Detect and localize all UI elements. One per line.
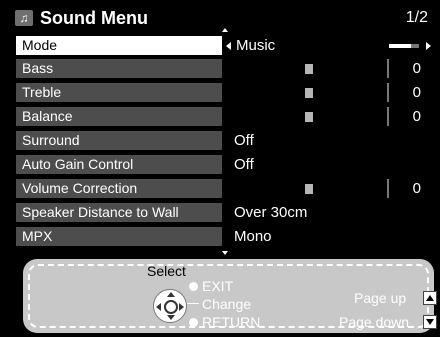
scroll-up-icon bbox=[222, 28, 228, 32]
page-up-icon bbox=[423, 291, 437, 305]
guide-page-up: Page up bbox=[354, 290, 407, 306]
mpx-value-field[interactable]: Mono bbox=[226, 227, 431, 246]
surround-value-field[interactable]: Off bbox=[226, 131, 431, 150]
treble-slider[interactable]: 0 bbox=[226, 83, 431, 102]
volume-correction-value: 0 bbox=[387, 179, 431, 198]
arrow-right-icon bbox=[426, 42, 431, 50]
menu-item-speaker-distance[interactable]: Speaker Distance to Wall Over 30cm bbox=[16, 203, 431, 222]
menu-item-label: Balance bbox=[16, 107, 222, 126]
slider-thumb bbox=[305, 184, 313, 194]
slider-thumb bbox=[305, 112, 313, 122]
menu-item-treble[interactable]: Treble 0 bbox=[16, 83, 431, 102]
menu-title: Sound Menu bbox=[40, 8, 148, 28]
menu-item-label: Treble bbox=[16, 83, 222, 102]
mode-value-field[interactable]: Music bbox=[226, 36, 431, 55]
menu-item-bass[interactable]: Bass 0 bbox=[16, 59, 431, 78]
bass-slider[interactable]: 0 bbox=[226, 59, 431, 78]
guide-select-label: Select bbox=[147, 263, 186, 279]
mode-value: Music bbox=[236, 37, 276, 54]
dpad-right-arrow bbox=[179, 303, 184, 311]
dpad-up-arrow bbox=[167, 292, 175, 297]
menu-item-label: Mode bbox=[16, 36, 222, 55]
guide-page-down: Page down bbox=[339, 314, 410, 330]
exit-bullet-icon bbox=[189, 282, 198, 291]
guide-exit: EXIT bbox=[202, 278, 234, 294]
dpad-icon bbox=[153, 289, 187, 323]
speaker-distance-value: Over 30cm bbox=[234, 204, 308, 221]
menu-item-label: Speaker Distance to Wall bbox=[16, 203, 222, 222]
scroll-down-icon bbox=[222, 251, 228, 255]
auto-gain-value-field[interactable]: Off bbox=[226, 155, 431, 174]
balance-value: 0 bbox=[387, 107, 431, 126]
bass-value: 0 bbox=[387, 59, 431, 78]
surround-value: Off bbox=[234, 132, 254, 149]
option-position-indicator bbox=[389, 44, 419, 48]
treble-value: 0 bbox=[387, 83, 431, 102]
menu-header: ♫ Sound Menu 1/2 bbox=[10, 8, 430, 28]
guide-change: Change bbox=[202, 296, 252, 312]
slider-thumb bbox=[305, 88, 313, 98]
menu-item-label: Bass bbox=[16, 59, 222, 78]
balance-slider[interactable]: 0 bbox=[226, 107, 431, 126]
page-down-icon bbox=[423, 315, 437, 329]
menu-item-mpx[interactable]: MPX Mono bbox=[16, 227, 431, 246]
menu-item-auto-gain-control[interactable]: Auto Gain Control Off bbox=[16, 155, 431, 174]
volume-correction-slider[interactable]: 0 bbox=[226, 179, 431, 198]
menu-item-label: Volume Correction bbox=[16, 179, 222, 198]
guide-return: RETURN bbox=[202, 314, 261, 330]
page-indicator: 1/2 bbox=[405, 9, 428, 26]
menu-item-balance[interactable]: Balance 0 bbox=[16, 107, 431, 126]
change-connector bbox=[187, 303, 199, 304]
menu-item-label: MPX bbox=[16, 227, 222, 246]
dpad-left-arrow bbox=[156, 303, 161, 311]
menu-item-mode[interactable]: Mode Music bbox=[16, 36, 431, 55]
menu-item-label: Surround bbox=[16, 131, 222, 150]
menu-item-volume-correction[interactable]: Volume Correction 0 bbox=[16, 179, 431, 198]
return-bullet-icon bbox=[189, 318, 198, 327]
slider-thumb bbox=[305, 64, 313, 74]
speaker-distance-value-field[interactable]: Over 30cm bbox=[226, 203, 431, 222]
mpx-value: Mono bbox=[234, 228, 272, 245]
dpad-ok-ring bbox=[164, 300, 178, 314]
menu-item-surround[interactable]: Surround Off bbox=[16, 131, 431, 150]
auto-gain-value: Off bbox=[234, 156, 254, 173]
arrow-left-icon bbox=[226, 42, 231, 50]
dpad-down-arrow bbox=[167, 315, 175, 320]
music-note-icon: ♫ bbox=[15, 10, 33, 26]
menu-item-label: Auto Gain Control bbox=[16, 155, 222, 174]
